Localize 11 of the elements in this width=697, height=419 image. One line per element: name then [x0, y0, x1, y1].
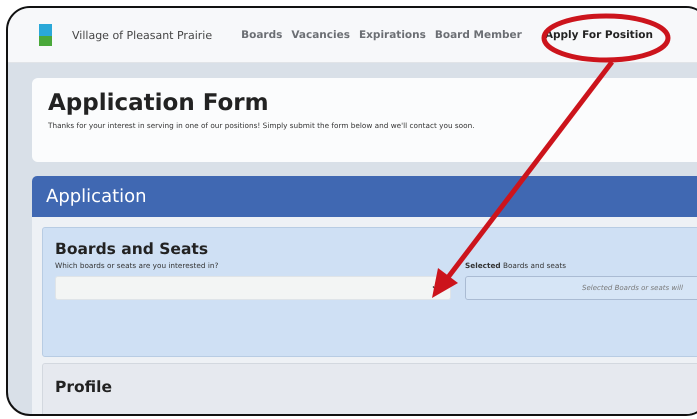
panel-title: Application: [46, 186, 147, 207]
section-title: Profile: [55, 378, 113, 396]
logo-icon: [39, 24, 52, 46]
section-title: Boards and Seats: [55, 240, 210, 258]
page-title: Application Form: [48, 90, 270, 116]
nav-link[interactable]: Vacancies: [291, 29, 350, 41]
nav-link[interactable]: Boards: [241, 29, 282, 41]
boards-dropdown[interactable]: [55, 276, 451, 300]
nav-link[interactable]: Board Member: [434, 29, 522, 41]
site-name: Village of Pleasant Prairie: [72, 28, 212, 42]
nav-link[interactable]: Expirations: [358, 29, 426, 41]
